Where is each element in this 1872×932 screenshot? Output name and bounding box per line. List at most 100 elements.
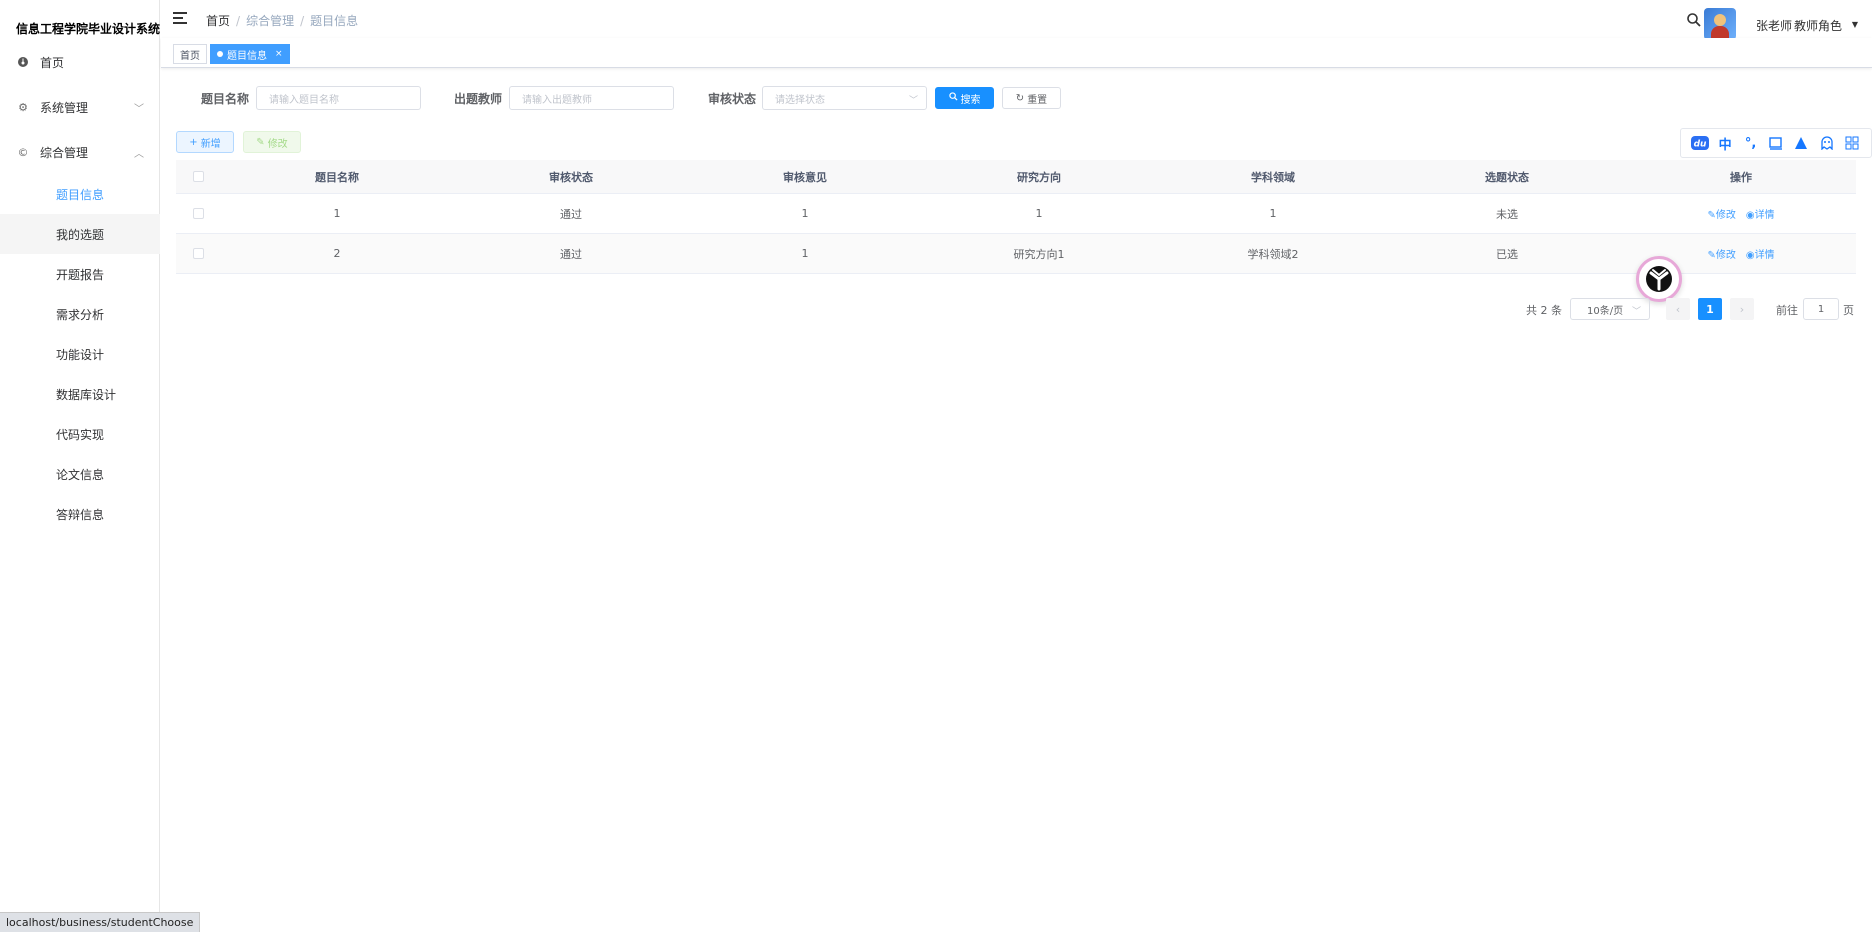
user-role[interactable]: 教师角色 <box>1794 17 1842 34</box>
search-button[interactable]: 搜索 <box>935 87 994 109</box>
cell-audit-opinion: 1 <box>801 207 809 220</box>
column-header: 审核状态 <box>549 170 593 184</box>
ime-toolbar: du 中 °, <box>1680 128 1872 158</box>
app-title: 信息工程学院毕业设计系统 <box>16 22 161 36</box>
refresh-icon: ↻ <box>1015 92 1025 104</box>
cell-field: 1 <box>1269 207 1277 220</box>
page-number-button[interactable]: 1 <box>1698 298 1722 320</box>
sidebar-subitem-proposal[interactable]: 开题报告 <box>0 254 160 294</box>
page-size-select[interactable]: 10条/页 ﹀ <box>1570 298 1650 320</box>
cell-audit-opinion: 1 <box>801 247 809 260</box>
add-button[interactable]: + 新增 <box>176 131 234 153</box>
sidebar-item-label: 首页 <box>40 55 65 70</box>
goto-page-input[interactable]: 1 <box>1803 298 1839 320</box>
chevron-down-icon: ﹀ <box>134 103 144 115</box>
browser-status-url: localhost/business/studentChoose <box>0 912 201 932</box>
cell-title: 1 <box>333 207 341 220</box>
row-checkbox[interactable] <box>192 248 204 259</box>
gear-icon: ⚙ <box>18 100 28 114</box>
dashboard-icon <box>16 55 30 69</box>
sidebar-subitem-requirements[interactable]: 需求分析 <box>0 294 160 334</box>
close-icon[interactable]: × <box>275 49 283 59</box>
topic-table: 题目名称 审核状态 审核意见 研究方向 学科领域 选题状态 操作 1 通过 1 … <box>176 160 1856 274</box>
column-header: 操作 <box>1730 170 1752 184</box>
select-all-checkbox[interactable] <box>192 171 204 182</box>
skin-icon[interactable] <box>1792 134 1810 152</box>
cell-audit-status: 通过 <box>560 247 582 261</box>
row-checkbox[interactable] <box>192 208 204 219</box>
plus-icon: + <box>189 136 198 148</box>
sidebar-item-comprehensive[interactable]: © 综合管理 ︿ <box>0 132 160 172</box>
cell-title: 2 <box>333 247 341 260</box>
column-header: 题目名称 <box>315 170 359 184</box>
cell-select-status: 未选 <box>1496 207 1518 221</box>
tags-view: 首页 题目信息 × <box>161 38 1872 68</box>
chinese-mode-icon[interactable]: 中 <box>1716 134 1734 153</box>
table-header: 题目名称 审核状态 审核意见 研究方向 学科领域 选题状态 操作 <box>176 160 1856 194</box>
column-header: 审核意见 <box>783 170 827 184</box>
status-select[interactable]: 请选择状态 ﹀ <box>762 86 927 110</box>
keyboard-icon[interactable] <box>1767 134 1785 152</box>
sidebar-subitem-database-design[interactable]: 数据库设计 <box>0 374 160 414</box>
breadcrumb-comprehensive: 综合管理 <box>246 14 295 28</box>
sidebar-subitem-my-topic[interactable]: 我的选题 <box>0 214 160 254</box>
teacher-label: 出题教师 <box>454 92 503 106</box>
sidebar-item-label: 系统管理 <box>40 100 89 115</box>
hamburger-icon[interactable] <box>173 12 187 26</box>
floating-assistant-icon[interactable] <box>1636 256 1682 302</box>
sidebar-item-label: 综合管理 <box>40 145 89 160</box>
column-header: 选题状态 <box>1485 170 1529 184</box>
user-name[interactable]: 张老师 <box>1756 17 1792 34</box>
svg-text:du: du <box>1693 140 1706 150</box>
status-label: 审核状态 <box>708 92 757 106</box>
page-suffix-label: 页 <box>1843 304 1854 317</box>
teacher-input[interactable]: 请输入出题教师 <box>509 86 674 110</box>
ghost-icon[interactable] <box>1818 134 1836 152</box>
cell-research: 1 <box>1035 207 1043 220</box>
sidebar-item-system[interactable]: ⚙ 系统管理 ﹀ <box>0 87 160 127</box>
breadcrumb-current: 题目信息 <box>310 14 359 28</box>
prev-page-button[interactable]: ‹ <box>1666 298 1690 320</box>
punctuation-icon[interactable]: °, <box>1742 134 1760 152</box>
cell-field: 学科领域2 <box>1247 247 1299 261</box>
next-page-button[interactable]: › <box>1730 298 1754 320</box>
row-detail-link[interactable]: ◉详情 <box>1746 206 1775 221</box>
cell-select-status: 已选 <box>1496 247 1518 261</box>
tag-home[interactable]: 首页 <box>173 44 207 64</box>
sidebar-subitem-function-design[interactable]: 功能设计 <box>0 334 160 374</box>
sidebar-item-home[interactable]: 首页 <box>0 42 160 82</box>
sidebar-subitem-thesis[interactable]: 论文信息 <box>0 454 160 494</box>
sidebar: 信息工程学院毕业设计系统 首页 ⚙ 系统管理 ﹀ © 综合管理 ︿ 题目信息 我… <box>0 0 160 932</box>
title-input[interactable]: 请输入题目名称 <box>256 86 421 110</box>
row-edit-link[interactable]: ✎修改 <box>1707 246 1735 261</box>
reset-button[interactable]: ↻ 重置 <box>1002 87 1061 109</box>
breadcrumb: 首页 / 综合管理 / 题目信息 <box>206 12 359 29</box>
chevron-down-icon: ﹀ <box>1631 307 1641 317</box>
top-navbar: 首页 / 综合管理 / 题目信息 张老师 教师角色 ▼ <box>161 0 1872 40</box>
chevron-down-icon: ﹀ <box>908 96 918 106</box>
baidu-paw-icon[interactable]: du <box>1690 134 1709 152</box>
search-icon[interactable] <box>1686 12 1702 28</box>
cell-audit-status: 通过 <box>560 207 582 221</box>
sidebar-subitem-topic-info[interactable]: 题目信息 <box>0 174 160 214</box>
table-row: 1 通过 1 1 1 未选 ✎修改 ◉详情 <box>176 194 1856 234</box>
column-header: 学科领域 <box>1251 170 1295 184</box>
chevron-up-icon: ︿ <box>134 148 144 160</box>
goto-label: 前往 <box>1776 304 1798 317</box>
grid-menu-icon[interactable] <box>1843 134 1861 152</box>
column-header: 研究方向 <box>1017 170 1061 184</box>
tag-topic-info[interactable]: 题目信息 × <box>210 44 290 64</box>
avatar[interactable] <box>1704 8 1736 40</box>
cell-research: 研究方向1 <box>1013 247 1065 261</box>
table-row: 2 通过 1 研究方向1 学科领域2 已选 ✎修改 ◉详情 <box>176 234 1856 274</box>
caret-down-icon[interactable]: ▼ <box>1852 20 1858 29</box>
pagination-total: 共 2 条 <box>1526 304 1562 317</box>
row-edit-link[interactable]: ✎修改 <box>1707 206 1735 221</box>
sidebar-subitem-code[interactable]: 代码实现 <box>0 414 160 454</box>
row-detail-link[interactable]: ◉详情 <box>1746 246 1775 261</box>
sidebar-subitem-defense[interactable]: 答辩信息 <box>0 494 160 534</box>
edit-button[interactable]: ✎ 修改 <box>243 131 301 153</box>
cell-actions: ✎修改 ◉详情 <box>1624 206 1858 221</box>
breadcrumb-home[interactable]: 首页 <box>206 12 230 29</box>
search-icon <box>948 92 958 104</box>
